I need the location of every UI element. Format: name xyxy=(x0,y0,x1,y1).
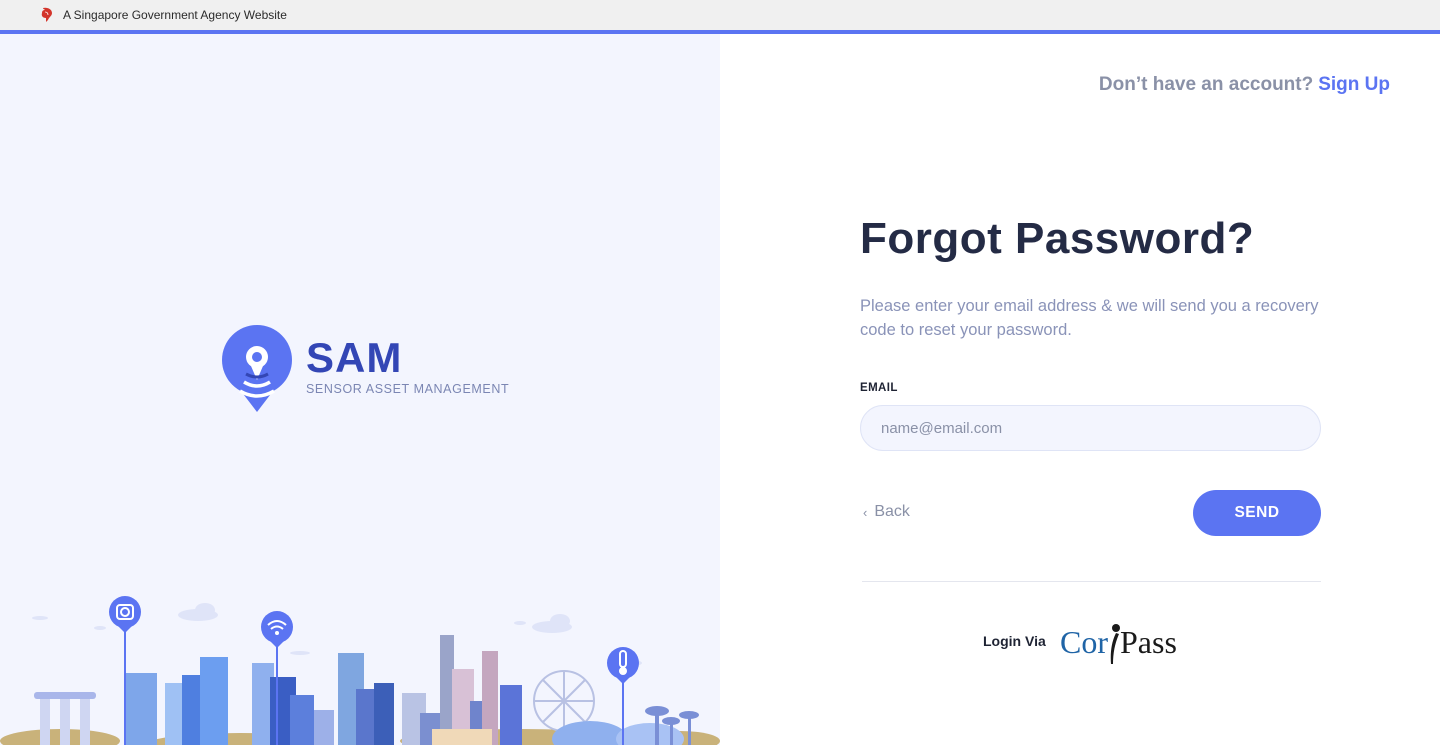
corppass-logo-part1: Cor xyxy=(1060,623,1108,660)
email-label: EMAIL xyxy=(860,382,898,394)
sam-logo: SAM SENSOR ASSET MANAGEMENT xyxy=(220,324,509,414)
corppass-login-button[interactable]: Cor Pass xyxy=(1060,619,1177,665)
signup-question: Don’t have an account? xyxy=(1098,74,1314,95)
divider xyxy=(862,581,1321,582)
city-skyline-illustration xyxy=(0,596,720,745)
gov-agency-text: A Singapore Government Agency Website xyxy=(63,8,287,22)
brand-panel: SAM SENSOR ASSET MANAGEMENT xyxy=(0,34,720,745)
corppass-figure-icon xyxy=(1110,624,1120,664)
back-label: Back xyxy=(874,503,910,520)
brand-title: SAM xyxy=(306,334,403,381)
brand-subtitle: SENSOR ASSET MANAGEMENT xyxy=(306,382,510,396)
signup-prompt: Don’t have an account? Sign Up xyxy=(1099,74,1390,96)
email-field[interactable] xyxy=(860,405,1321,451)
chevron-left-icon: ‹ xyxy=(863,504,868,520)
government-masthead: A Singapore Government Agency Website xyxy=(0,0,1440,30)
send-button[interactable]: SEND xyxy=(1193,490,1321,536)
page-title: Forgot Password? xyxy=(860,214,1255,263)
back-button[interactable]: ‹ Back xyxy=(863,503,910,521)
login-via-label: Login Via xyxy=(983,633,1046,649)
page-description: Please enter your email address & we wil… xyxy=(860,297,1319,339)
corppass-logo-part2: Pass xyxy=(1120,623,1177,660)
lion-icon xyxy=(41,7,52,22)
sam-logo-icon xyxy=(222,325,292,412)
form-panel: Don’t have an account? Sign Up Forgot Pa… xyxy=(720,34,1440,745)
signup-link[interactable]: Sign Up xyxy=(1318,74,1390,96)
